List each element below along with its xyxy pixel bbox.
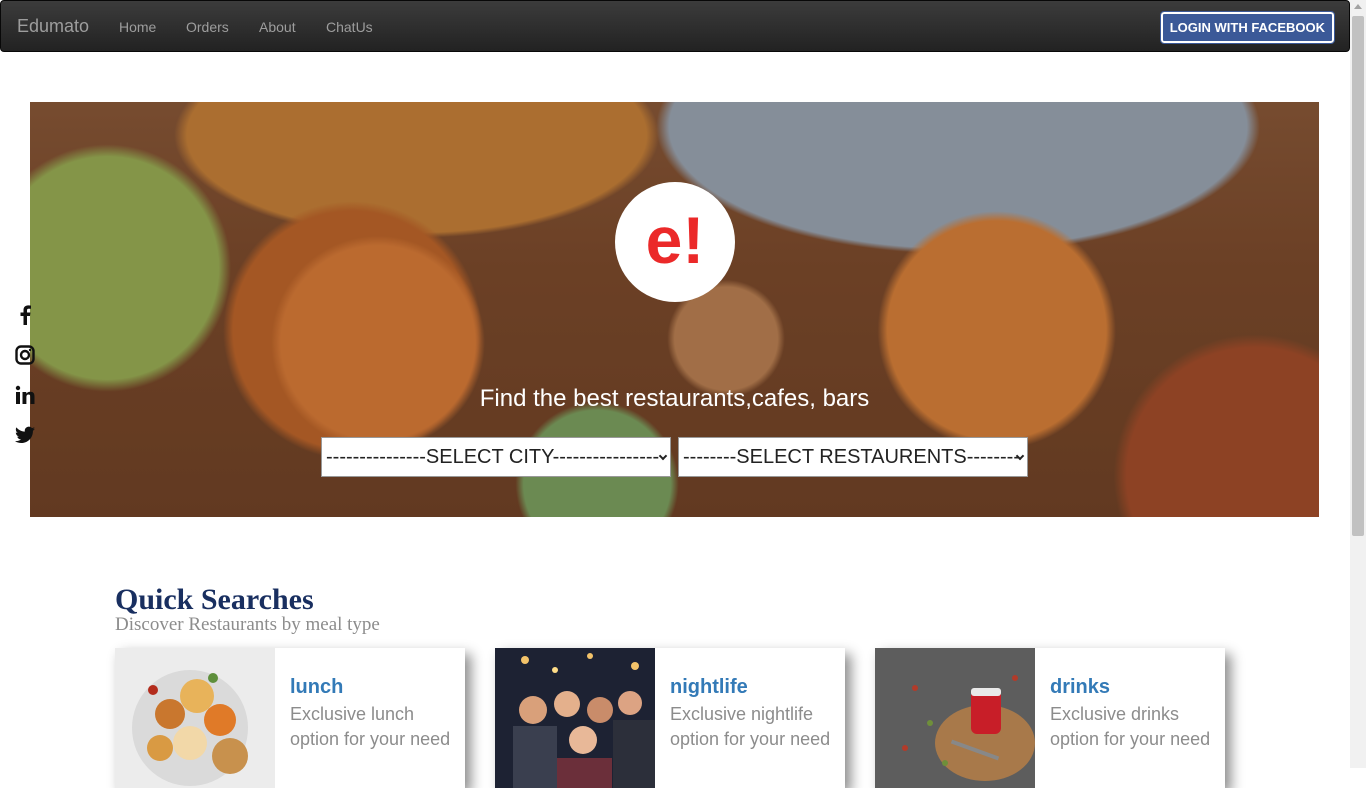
meal-card-nightlife[interactable]: nightlife Exclusive nightlife option for… bbox=[495, 648, 845, 788]
hero-banner: e! Find the best restaurants,cafes, bars… bbox=[30, 102, 1319, 517]
linkedin-icon[interactable] bbox=[14, 384, 36, 406]
card-title-drinks: drinks bbox=[1050, 676, 1111, 698]
nav-link-home[interactable]: Home bbox=[119, 19, 156, 35]
restaurant-select-value: --------SELECT RESTAURENTS-------- bbox=[683, 446, 1020, 468]
card-description-nightlife: Exclusive nightlife option for your need bbox=[670, 704, 831, 749]
quick-searches-subtitle: Discover Restaurants by meal type bbox=[115, 614, 380, 635]
chevron-down-icon bbox=[658, 451, 668, 461]
quick-searches-title: Quick Searches bbox=[115, 583, 314, 616]
nav-link-chatus[interactable]: ChatUs bbox=[326, 19, 373, 35]
restaurant-select[interactable]: --------SELECT RESTAURENTS-------- bbox=[678, 437, 1028, 477]
card-description-drinks: Exclusive drinks option for your need bbox=[1050, 704, 1211, 749]
city-select[interactable]: ---------------SELECT CITY--------------… bbox=[321, 437, 671, 477]
logo-badge: e! bbox=[615, 182, 735, 302]
drinks-image bbox=[875, 648, 1035, 788]
page-scrollbar[interactable] bbox=[1350, 0, 1366, 768]
scroll-up-arrow-icon[interactable] bbox=[1354, 4, 1362, 9]
city-select-value: ---------------SELECT CITY--------------… bbox=[326, 446, 660, 468]
scrollbar-thumb[interactable] bbox=[1352, 16, 1364, 536]
brand-link[interactable]: Edumato bbox=[17, 16, 89, 37]
card-title-lunch: lunch bbox=[290, 676, 344, 698]
facebook-login-button[interactable]: LOGIN WITH FACEBOOK bbox=[1159, 11, 1336, 44]
hero-overlay bbox=[30, 102, 1319, 517]
nightlife-image bbox=[495, 648, 655, 788]
twitter-icon[interactable] bbox=[14, 424, 36, 446]
nav-link-about[interactable]: About bbox=[259, 19, 296, 35]
lunch-image bbox=[115, 648, 275, 788]
card-title-nightlife: nightlife bbox=[670, 676, 748, 698]
meal-card-lunch[interactable]: lunch Exclusive lunch option for your ne… bbox=[115, 648, 465, 788]
navbar: Edumato Home Orders About ChatUs LOGIN W… bbox=[0, 0, 1350, 52]
hero-tagline: Find the best restaurants,cafes, bars bbox=[479, 385, 870, 412]
instagram-icon[interactable] bbox=[14, 344, 36, 366]
logo-text: e! bbox=[645, 203, 705, 277]
nav-link-orders[interactable]: Orders bbox=[186, 19, 229, 35]
card-description-lunch: Exclusive lunch option for your need bbox=[290, 704, 451, 749]
facebook-icon[interactable] bbox=[14, 304, 36, 326]
meal-card-drinks[interactable]: drinks Exclusive drinks option for your … bbox=[875, 648, 1225, 788]
